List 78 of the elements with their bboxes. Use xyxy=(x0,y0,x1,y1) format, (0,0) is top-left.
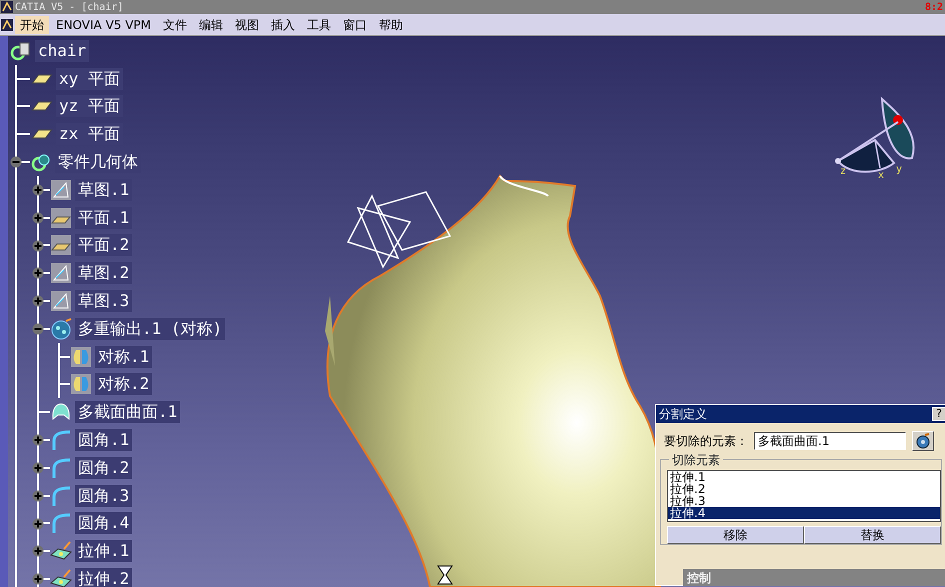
tree-item[interactable]: 多截面曲面.1 xyxy=(75,401,180,424)
element-to-cut-field[interactable]: 多截面曲面.1 xyxy=(754,432,906,450)
plane-icon xyxy=(30,74,52,84)
expand-icon[interactable] xyxy=(32,295,44,308)
field-label: 要切除的元素： xyxy=(664,433,748,450)
help-button[interactable]: ? xyxy=(932,407,945,421)
menu-item[interactable]: 帮助 xyxy=(374,16,408,34)
expand-icon[interactable] xyxy=(32,462,44,474)
expand-icon[interactable] xyxy=(32,490,44,502)
list-item[interactable]: 拉伸.1 xyxy=(668,471,940,483)
window-title: CATIA V5 - [chair] xyxy=(15,0,124,14)
tree-item[interactable]: 对称.2 xyxy=(95,373,152,396)
tree-item[interactable]: 圆角.4 xyxy=(75,512,132,534)
tree-item[interactable]: 对称.1 xyxy=(95,346,152,368)
expand-icon[interactable] xyxy=(32,573,44,586)
expand-icon[interactable] xyxy=(32,545,44,558)
fillet-icon xyxy=(50,512,72,534)
expand-icon[interactable] xyxy=(32,240,44,252)
tree-item[interactable]: 草图.1 xyxy=(75,178,132,201)
tree-item[interactable]: 拉伸.2 xyxy=(75,568,132,587)
expand-icon[interactable] xyxy=(32,212,44,224)
tree-item[interactable]: chair xyxy=(35,40,90,62)
sphere-icon xyxy=(50,318,72,340)
tree-item[interactable]: xy 平面 xyxy=(56,68,123,90)
symmetry-icon xyxy=(70,346,92,368)
tree-item[interactable]: 圆角.2 xyxy=(75,456,132,479)
expand-icon[interactable] xyxy=(32,267,44,280)
part-icon xyxy=(10,40,32,62)
tree-item[interactable]: 拉伸.1 xyxy=(75,540,132,562)
tree-item[interactable]: yz 平面 xyxy=(56,95,123,118)
fillet-icon xyxy=(50,429,72,452)
tree-item[interactable]: 平面.2 xyxy=(75,234,132,256)
list-item[interactable]: 拉伸.2 xyxy=(668,483,940,495)
expand-icon[interactable] xyxy=(32,184,44,196)
app-logo-icon[interactable] xyxy=(1,18,13,30)
tree-item[interactable]: 草图.3 xyxy=(75,290,132,312)
menu-item[interactable]: 开始 xyxy=(15,16,49,34)
plane-icon xyxy=(50,206,72,229)
plane-icon xyxy=(50,234,72,256)
menu-item[interactable]: ENOVIA V5 VPM xyxy=(51,16,156,34)
expand-icon[interactable] xyxy=(32,518,44,530)
extrude-icon xyxy=(50,540,72,562)
menu-item[interactable]: 窗口 xyxy=(338,16,372,34)
tree-item[interactable]: 圆角.1 xyxy=(75,429,132,452)
list-item[interactable]: 拉伸.3 xyxy=(668,495,940,507)
plane-icon xyxy=(30,101,52,112)
axis-label: z xyxy=(840,166,846,177)
hourglass-cursor-icon xyxy=(437,566,453,584)
collapse-icon[interactable] xyxy=(10,156,22,168)
plane-icon xyxy=(30,129,52,140)
axis-system-icon xyxy=(346,191,452,269)
menu-item[interactable]: 插入 xyxy=(266,16,300,34)
menu-item[interactable]: 编辑 xyxy=(194,16,228,34)
menu-item[interactable]: 视图 xyxy=(230,16,264,34)
symmetry-icon xyxy=(70,373,92,396)
axis-label: y xyxy=(896,164,902,175)
fillet-icon xyxy=(50,456,72,479)
app-logo-icon xyxy=(1,1,13,13)
list-item[interactable]: 拉伸.4 xyxy=(668,507,940,519)
dialog-button[interactable]: 移除 xyxy=(667,526,804,544)
tree-item[interactable]: 圆角.3 xyxy=(75,484,132,507)
axis-label: x xyxy=(878,170,884,181)
menu-item[interactable]: 文件 xyxy=(158,16,192,34)
selection-button[interactable] xyxy=(912,431,934,451)
collapse-icon[interactable] xyxy=(32,322,44,335)
section-header: 控制 xyxy=(683,569,945,586)
fillet-icon xyxy=(50,484,72,507)
tree-item[interactable]: 多重输出.1 (对称) xyxy=(75,318,226,340)
cutting-elements-list[interactable]: 拉伸.1 拉伸.2 拉伸.3 拉伸.4 xyxy=(667,470,941,522)
clock-text: 8:2 xyxy=(924,0,943,14)
group-label: 切除元素 xyxy=(669,451,723,469)
expand-icon[interactable] xyxy=(32,434,44,446)
dialog-button[interactable]: 替换 xyxy=(804,526,941,544)
extrude-icon xyxy=(50,568,72,587)
tree-item[interactable]: 草图.2 xyxy=(75,262,132,284)
dialog-title: 分割定义 xyxy=(659,406,707,423)
menu-item[interactable]: 工具 xyxy=(302,16,336,34)
tree-item[interactable]: 平面.1 xyxy=(75,206,132,229)
